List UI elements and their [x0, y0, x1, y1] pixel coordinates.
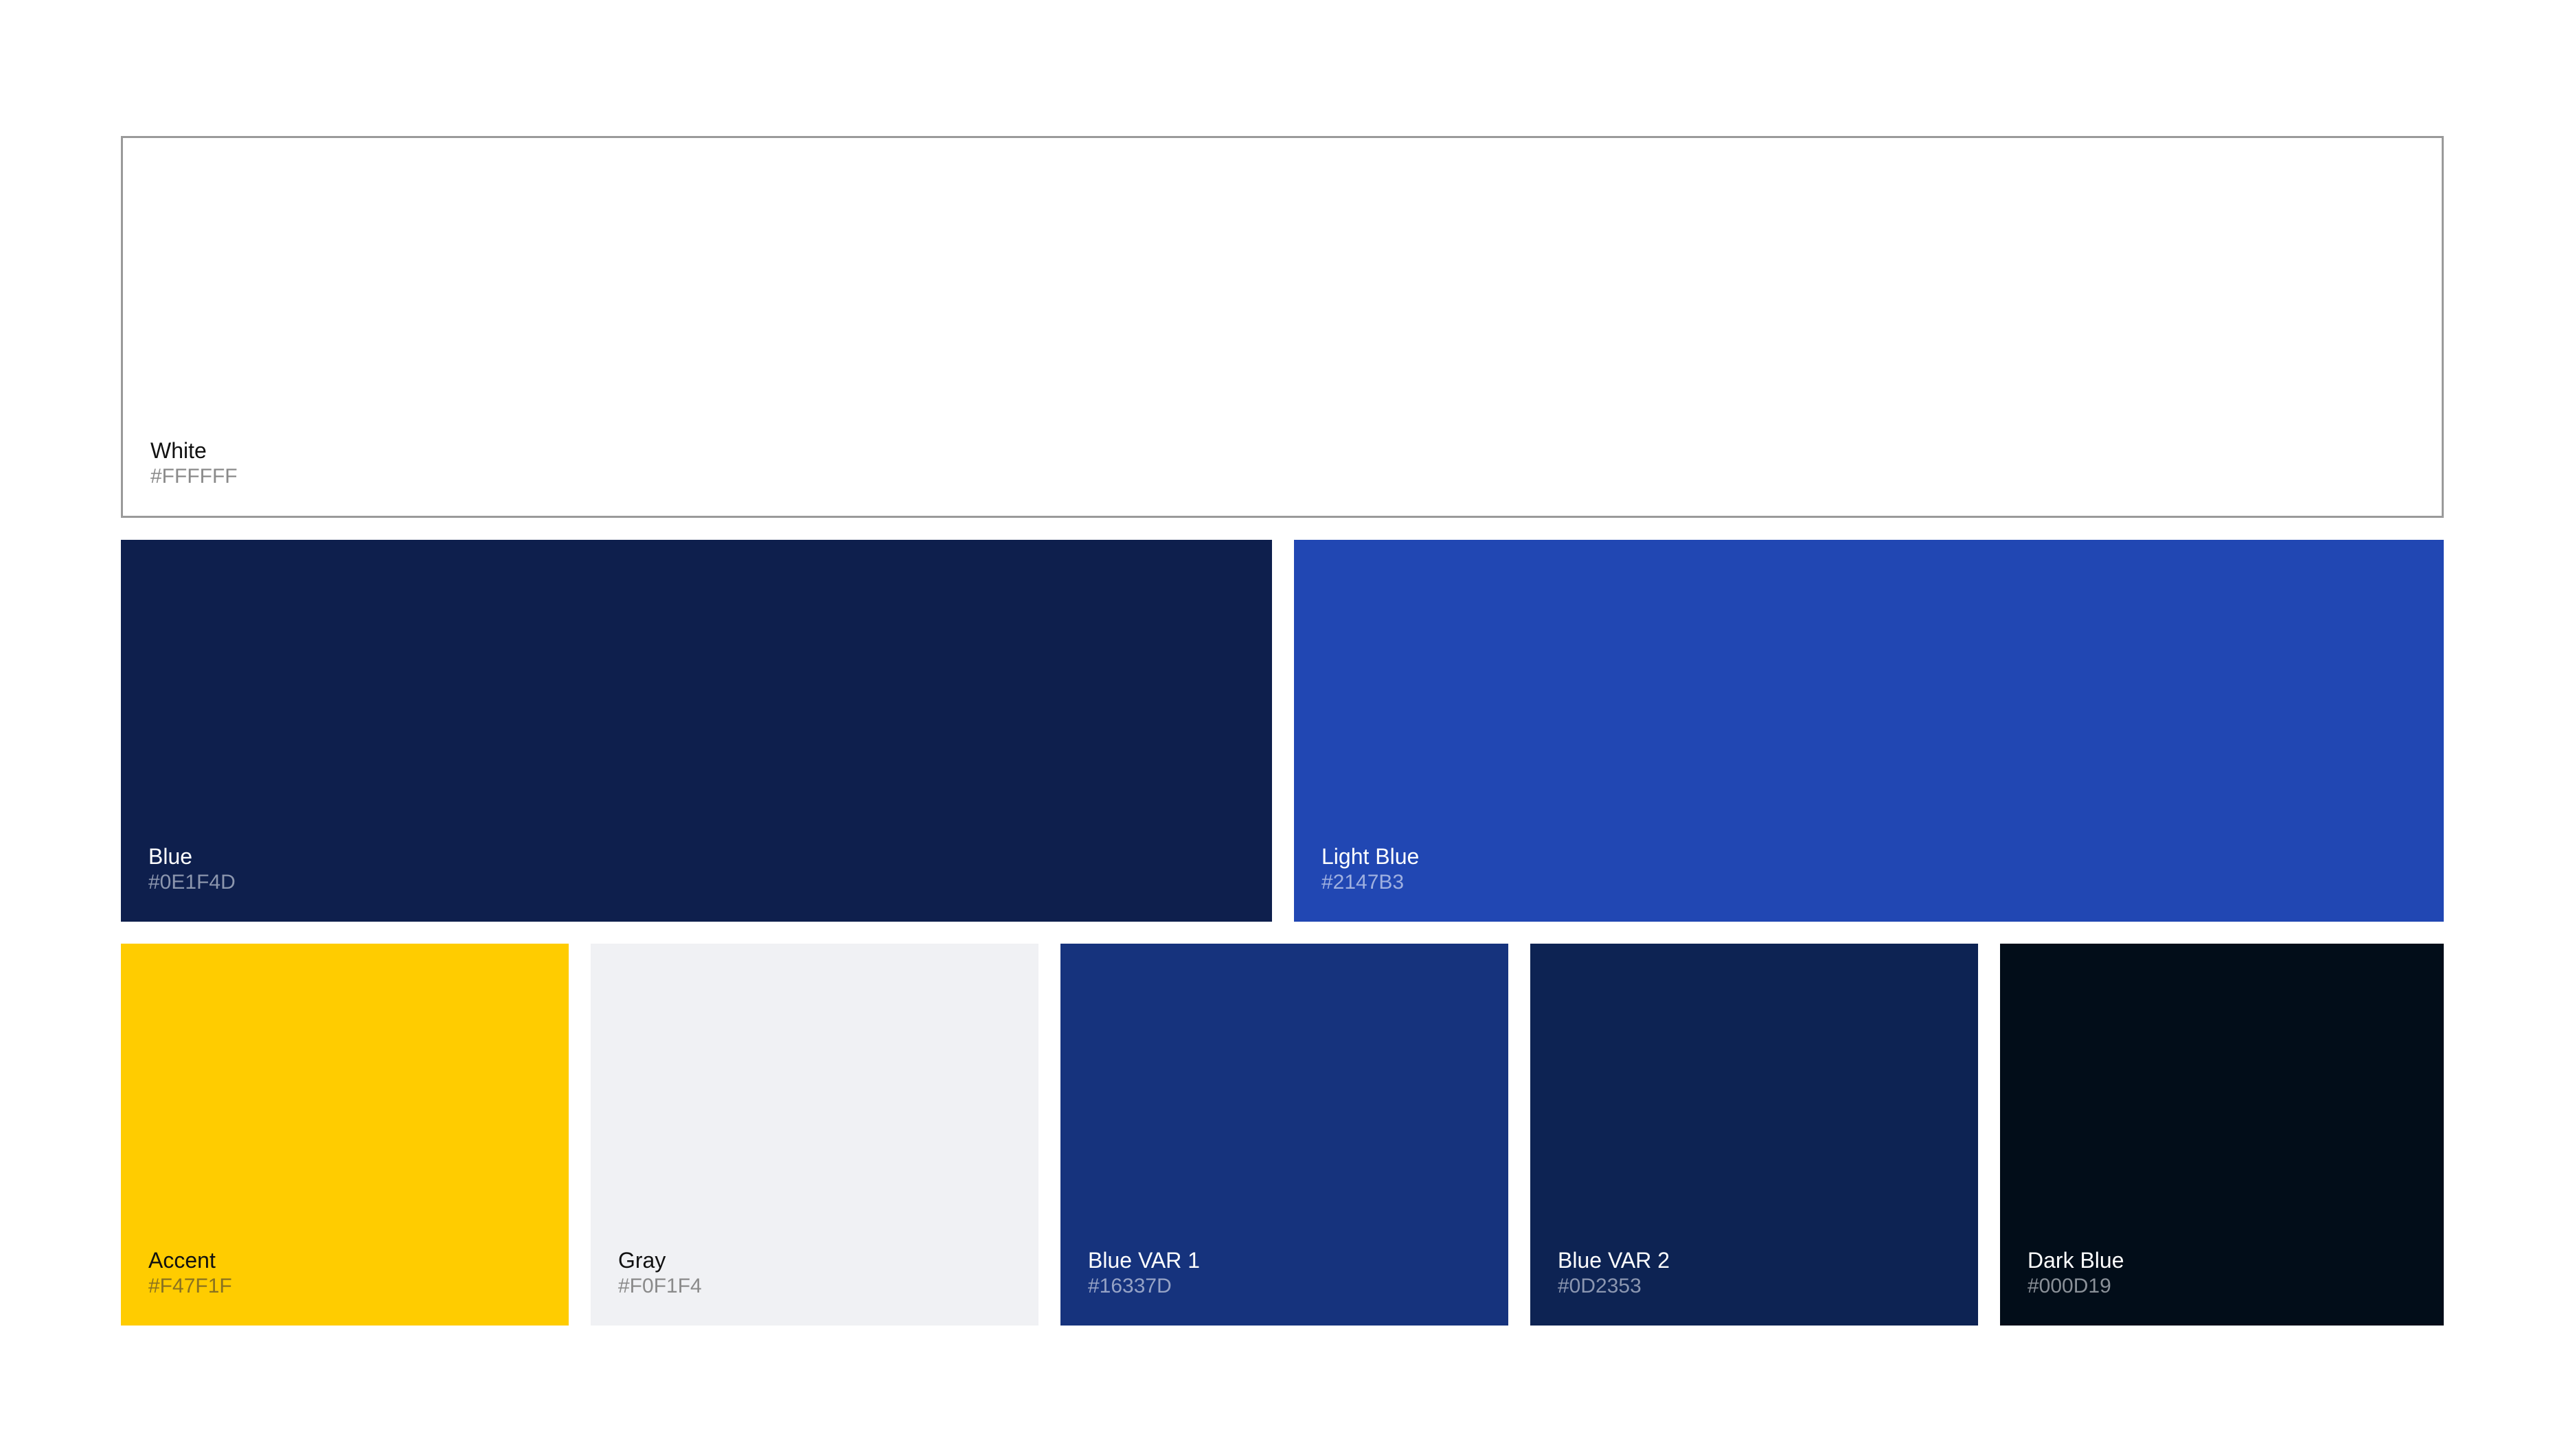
swatch-hex: #0D2353	[1558, 1275, 1642, 1298]
swatch-name: Gray	[618, 1248, 666, 1273]
color-palette: White #FFFFFF Blue #0E1F4D Light Blue #2…	[0, 0, 2555, 1456]
swatch-labels: White #FFFFFF	[150, 437, 238, 490]
swatch-name: Blue	[148, 844, 193, 869]
swatch-blue-var-2: Blue VAR 2 #0D2353	[1530, 944, 1978, 1326]
swatch-white: White #FFFFFF	[121, 136, 2444, 518]
swatch-name: Accent	[148, 1248, 216, 1273]
swatch-hex: #F47F1F	[148, 1275, 232, 1298]
swatch-hex: #000D19	[2028, 1275, 2111, 1298]
swatch-hex: #F0F1F4	[618, 1275, 702, 1298]
swatch-name: Blue VAR 2	[1558, 1248, 1670, 1273]
swatch-labels: Dark Blue #000D19	[2028, 1247, 2124, 1299]
swatch-labels: Accent #F47F1F	[148, 1247, 232, 1299]
swatch-hex: #0E1F4D	[148, 871, 236, 894]
swatch-blue: Blue #0E1F4D	[121, 540, 1272, 922]
swatch-name: Dark Blue	[2028, 1248, 2124, 1273]
swatch-name: Blue VAR 1	[1088, 1248, 1201, 1273]
swatch-labels: Blue #0E1F4D	[148, 843, 236, 896]
swatch-dark-blue: Dark Blue #000D19	[2000, 944, 2444, 1326]
swatch-name: White	[150, 438, 207, 464]
swatch-hex: #2147B3	[1321, 871, 1405, 894]
swatch-accent: Accent #F47F1F	[121, 944, 569, 1326]
swatch-light-blue: Light Blue #2147B3	[1294, 540, 2444, 922]
swatch-gray: Gray #F0F1F4	[591, 944, 1038, 1326]
swatch-hex: #FFFFFF	[150, 465, 238, 488]
swatch-labels: Blue VAR 1 #16337D	[1088, 1247, 1200, 1299]
swatch-name: Light Blue	[1321, 844, 1420, 869]
swatch-labels: Light Blue #2147B3	[1321, 843, 1419, 896]
swatch-blue-var-1: Blue VAR 1 #16337D	[1060, 944, 1508, 1326]
swatch-labels: Gray #F0F1F4	[618, 1247, 702, 1299]
swatch-labels: Blue VAR 2 #0D2353	[1558, 1247, 1670, 1299]
swatch-hex: #16337D	[1088, 1275, 1172, 1298]
